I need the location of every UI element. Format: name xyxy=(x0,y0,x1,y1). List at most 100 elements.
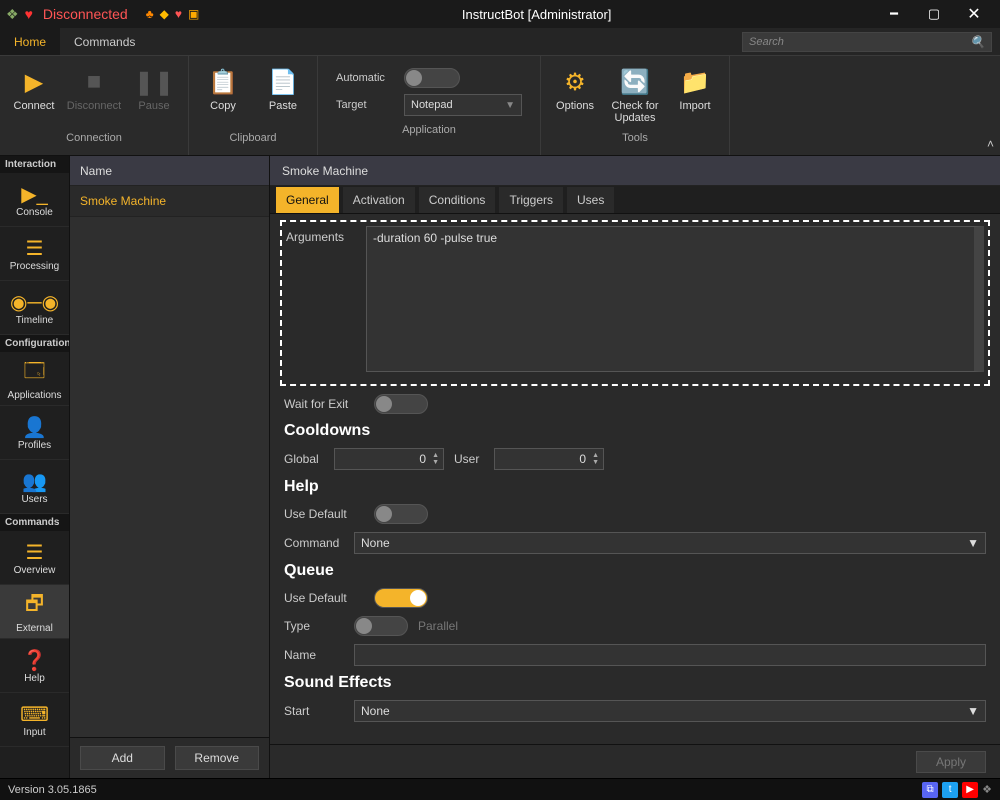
spin-down-icon[interactable]: ▼ xyxy=(432,459,439,466)
discord-icon[interactable]: ⧉ xyxy=(922,782,938,798)
flag-icon[interactable]: ▣ xyxy=(188,7,199,21)
global-spin[interactable]: 0 ▲▼ xyxy=(334,448,444,470)
import-button[interactable]: 📁 Import xyxy=(669,62,721,130)
name-label: Name xyxy=(284,648,344,662)
tray-icon[interactable]: ❖ xyxy=(982,783,992,796)
profile-icon: 👤 xyxy=(22,415,47,440)
start-select[interactable]: None ▼ xyxy=(354,700,986,722)
menu-tab-commands[interactable]: Commands xyxy=(60,28,149,55)
help-heading: Help xyxy=(284,478,986,496)
users-icon: 👥 xyxy=(22,469,47,494)
sfx-heading: Sound Effects xyxy=(284,674,986,692)
sidebar-item-overview[interactable]: ☰ Overview xyxy=(0,531,69,585)
copy-button[interactable]: 📋 Copy xyxy=(197,62,249,130)
group-application-label: Application xyxy=(326,124,532,136)
sidebar-item-external[interactable]: 🗗 External xyxy=(0,585,69,639)
add-button[interactable]: Add xyxy=(80,746,165,770)
queue-heading: Queue xyxy=(284,562,986,580)
list-header-name[interactable]: Name xyxy=(70,156,269,186)
search-icon: 🔍 xyxy=(970,35,985,49)
tab-triggers[interactable]: Triggers xyxy=(499,187,563,213)
paste-icon: 📄 xyxy=(268,66,298,98)
sidebar-item-help[interactable]: ❓ Help xyxy=(0,639,69,693)
target-select[interactable]: Notepad ▼ xyxy=(404,94,522,116)
sidebar-item-console[interactable]: ▶_ Console xyxy=(0,173,69,227)
tab-uses[interactable]: Uses xyxy=(567,187,614,213)
tab-conditions[interactable]: Conditions xyxy=(419,187,496,213)
wait-for-exit-label: Wait for Exit xyxy=(284,397,364,411)
user-spin[interactable]: 0 ▲▼ xyxy=(494,448,604,470)
ribbon-collapse-button[interactable]: ˄ xyxy=(987,137,994,151)
type-label: Type xyxy=(284,619,344,633)
arguments-input[interactable]: -duration 60 -pulse true xyxy=(366,226,984,372)
folder-icon: 📁 xyxy=(680,66,710,98)
use-default-queue-toggle[interactable] xyxy=(374,588,428,608)
type-toggle[interactable] xyxy=(354,616,408,636)
youtube-icon[interactable]: ▶ xyxy=(962,782,978,798)
console-icon: ▶_ xyxy=(21,182,48,207)
search-placeholder: Search xyxy=(749,36,784,48)
spin-up-icon[interactable]: ▲ xyxy=(592,452,599,459)
spin-down-icon[interactable]: ▼ xyxy=(592,459,599,466)
automatic-toggle[interactable] xyxy=(404,68,460,88)
close-button[interactable]: ✕ xyxy=(954,4,994,24)
sidebar-item-timeline[interactable]: ◉─◉ Timeline xyxy=(0,281,69,335)
remove-button[interactable]: Remove xyxy=(175,746,260,770)
sidebar-cat-commands: Commands xyxy=(0,514,69,531)
version-label: Version 3.05.1865 xyxy=(8,784,97,796)
menu-row: Home Commands Search 🔍 xyxy=(0,28,1000,56)
heart-icon[interactable]: ♥ xyxy=(175,7,182,21)
sidebar-item-applications[interactable]: 🗔 Applications xyxy=(0,352,69,406)
wait-for-exit-toggle[interactable] xyxy=(374,394,428,414)
target-label: Target xyxy=(336,99,396,111)
spin-up-icon[interactable]: ▲ xyxy=(432,452,439,459)
details-panel: Smoke Machine General Activation Conditi… xyxy=(270,156,1000,778)
sidebar-item-users[interactable]: 👥 Users xyxy=(0,460,69,514)
ribbon: ▶ Connect ■ Disconnect ❚❚ Pause Connecti… xyxy=(0,56,1000,156)
sidebar-item-profiles[interactable]: 👤 Profiles xyxy=(0,406,69,460)
use-default-help-toggle[interactable] xyxy=(374,504,428,524)
name-input[interactable] xyxy=(354,644,986,666)
connection-status: Disconnected xyxy=(43,6,128,22)
command-select[interactable]: None ▼ xyxy=(354,532,986,554)
list-item[interactable]: Smoke Machine xyxy=(70,186,269,217)
refresh-icon: 🔄 xyxy=(620,66,650,98)
help-icon: ❓ xyxy=(22,648,47,673)
sidebar-item-processing[interactable]: ☰ Processing xyxy=(0,227,69,281)
tab-general[interactable]: General xyxy=(276,187,339,213)
minimize-button[interactable]: ━ xyxy=(874,6,914,22)
twitter-icon[interactable]: t xyxy=(942,782,958,798)
list-icon: ☰ xyxy=(26,236,44,261)
menu-tab-home[interactable]: Home xyxy=(0,28,60,55)
badge-icon[interactable]: ◆ xyxy=(160,7,169,21)
maximize-button[interactable]: ▢ xyxy=(914,6,954,22)
cooldowns-heading: Cooldowns xyxy=(284,422,986,440)
timeline-icon: ◉─◉ xyxy=(10,290,59,315)
pause-button: ❚❚ Pause xyxy=(128,62,180,130)
paste-button[interactable]: 📄 Paste xyxy=(257,62,309,130)
options-button[interactable]: ⚙ Options xyxy=(549,62,601,130)
item-list-panel: Name Smoke Machine Add Remove xyxy=(70,156,270,778)
arguments-highlight: Arguments -duration 60 -pulse true xyxy=(280,220,990,386)
search-input[interactable]: Search 🔍 xyxy=(742,32,992,52)
copy-icon: 📋 xyxy=(208,66,238,98)
details-tabs: General Activation Conditions Triggers U… xyxy=(270,186,1000,214)
devil-icon: ♥ xyxy=(25,6,33,22)
flame-icon[interactable]: ♣ xyxy=(146,7,154,21)
chevron-down-icon: ▼ xyxy=(967,536,979,550)
apply-button[interactable]: Apply xyxy=(916,751,986,773)
group-connection-label: Connection xyxy=(8,132,180,144)
global-label: Global xyxy=(284,452,324,466)
sidebar-item-input[interactable]: ⌨ Input xyxy=(0,693,69,747)
check-updates-button[interactable]: 🔄 Check for Updates xyxy=(609,62,661,130)
arguments-label: Arguments xyxy=(286,226,366,244)
use-default-queue-label: Use Default xyxy=(284,591,364,605)
start-label: Start xyxy=(284,704,344,718)
tab-activation[interactable]: Activation xyxy=(343,187,415,213)
sidebar: Interaction ▶_ Console ☰ Processing ◉─◉ … xyxy=(0,156,70,778)
keyboard-icon: ⌨ xyxy=(20,702,49,727)
command-label: Command xyxy=(284,536,344,550)
connect-button[interactable]: ▶ Connect xyxy=(8,62,60,130)
play-icon: ▶ xyxy=(25,66,43,98)
details-title: Smoke Machine xyxy=(270,156,1000,186)
